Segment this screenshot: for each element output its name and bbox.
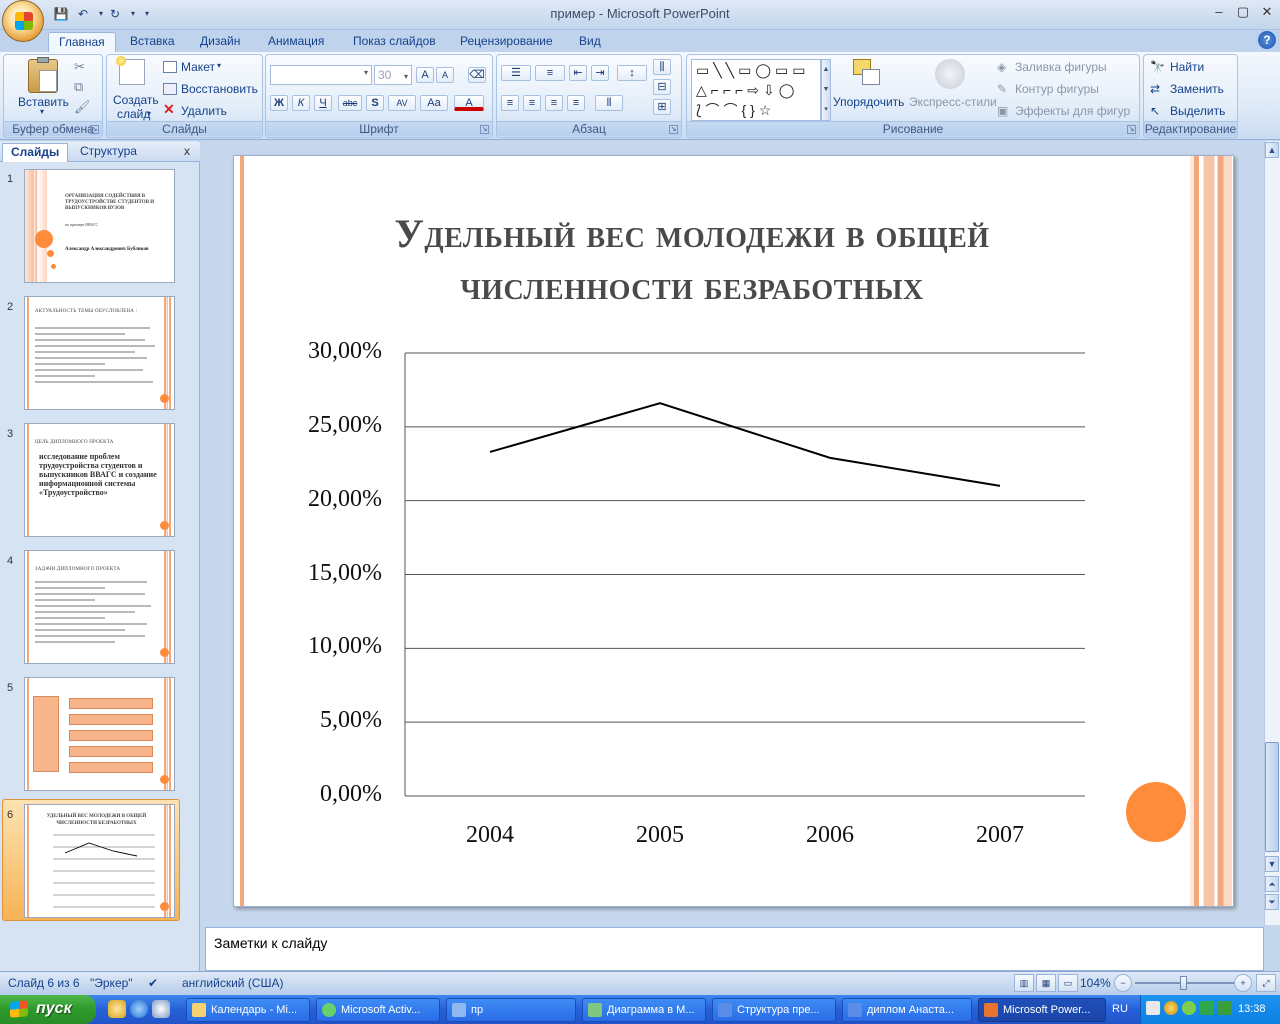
taskbar-item-diagram[interactable]: Диаграмма в M... [582,998,706,1022]
y-tick-label: 15,00% [308,559,382,586]
theme-name: "Эркер" [90,976,133,990]
zoom-out-icon[interactable]: − [1114,974,1132,992]
zoom-slider-knob[interactable] [1180,976,1187,990]
scroll-thumb[interactable] [1265,742,1279,852]
clock: 13:38 [1238,1003,1266,1015]
slide-counter: Слайд 6 из 6 [8,976,80,990]
x-tick-label: 2004 [466,822,514,848]
scroll-down-arrow[interactable]: ▼ [1265,856,1279,872]
start-label: пуск [36,1000,72,1017]
taskbar-item-diploma[interactable]: диплом Анаста... [842,998,972,1022]
language-indicator[interactable]: английский (США) [182,976,283,990]
office-logo-icon [15,12,33,30]
show-desktop-icon[interactable] [108,1000,126,1018]
line-chart[interactable] [0,0,1280,1024]
taskbar-item-activesync[interactable]: Microsoft Activ... [316,998,440,1022]
y-tick-label: 30,00% [308,338,382,364]
taskbar-item-calendar[interactable]: Календарь - Mi... [186,998,310,1022]
taskbar-item-pr[interactable]: пр [446,998,576,1022]
y-tick-label: 0,00% [320,781,382,807]
notes-pane[interactable] [205,927,1264,971]
x-tick-label: 2005 [636,822,684,848]
y-tick-label: 5,00% [320,707,382,734]
fit-window-icon[interactable]: ⤢ [1256,974,1276,992]
y-tick-label: 25,00% [308,411,382,438]
taskbar-item-structure[interactable]: Структура пре... [712,998,836,1022]
keyboard-language[interactable]: RU [1112,1003,1128,1015]
series-line[interactable] [489,402,1001,487]
windows-logo-icon [10,1000,28,1018]
x-tick-label: 2007 [976,822,1024,848]
y-tick-label: 20,00% [308,485,382,512]
tray-app-icon[interactable] [1146,1001,1160,1015]
tray-messenger-icon[interactable] [1164,1001,1178,1015]
normal-view-icon[interactable]: ▥ [1014,974,1034,992]
tray-sync-icon[interactable] [1200,1001,1214,1015]
internet-explorer-icon[interactable] [130,1000,148,1018]
next-slide-icon[interactable]: ⏷ [1265,894,1279,910]
office-button[interactable] [2,0,44,42]
zoom-in-icon[interactable]: + [1234,974,1252,992]
slideshow-view-icon[interactable]: ▭ [1058,974,1078,992]
taskbar-item-powerpoint[interactable]: Microsoft Power... [978,998,1106,1022]
start-button[interactable]: пуск [0,995,96,1024]
x-tick-label: 2006 [806,822,854,848]
scroll-up-arrow[interactable]: ▲ [1265,142,1279,158]
prev-slide-icon[interactable]: ⏶ [1265,876,1279,892]
y-tick-label: 10,00% [308,633,382,660]
tray-icq-icon[interactable] [1182,1001,1196,1015]
zoom-level[interactable]: 104% [1080,976,1111,990]
notes-placeholder: Заметки к слайду [214,935,328,951]
tray-network-icon[interactable] [1218,1001,1232,1015]
media-player-icon[interactable] [152,1000,170,1018]
sorter-view-icon[interactable]: ▦ [1036,974,1056,992]
spellcheck-icon[interactable]: ✔ [148,976,158,990]
